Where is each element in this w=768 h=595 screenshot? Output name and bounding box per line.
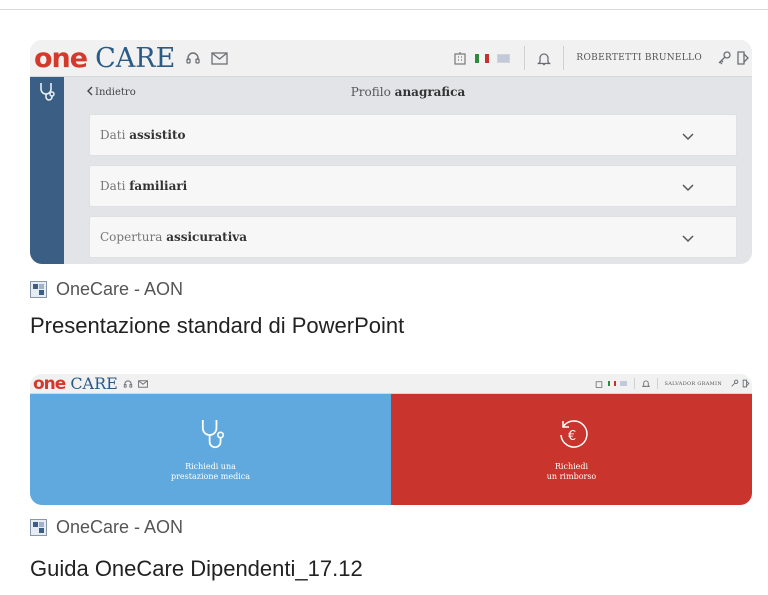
svg-text:€: € [567, 429, 575, 444]
key-icon[interactable] [730, 379, 739, 388]
accordion-dati-familiari[interactable]: Dati familiari [89, 165, 737, 207]
result-source[interactable]: OneCare - AON [30, 517, 183, 538]
page-title-prefix: Profilo [350, 85, 391, 99]
logo-one: one [34, 42, 88, 74]
chevron-down-icon[interactable] [682, 128, 694, 146]
page-title: Profilo anagrafica [64, 85, 752, 99]
chevron-down-icon[interactable] [682, 179, 694, 197]
flag-uk-icon[interactable] [619, 381, 627, 386]
stethoscope-icon[interactable] [36, 81, 58, 103]
flag-it-icon[interactable] [475, 53, 490, 63]
header-divider [633, 378, 635, 389]
flag-uk-icon[interactable] [497, 53, 511, 63]
tile-request-medical-service[interactable]: Richiedi una prestazione medica [30, 394, 391, 505]
chevron-down-icon[interactable] [682, 230, 694, 248]
sidebar [30, 77, 64, 264]
app-header: one CARE SALVADOR GRAMIN [30, 374, 752, 394]
user-name[interactable]: ROBERTETTI BRUNELLO [576, 53, 702, 63]
building-icon[interactable] [595, 380, 603, 388]
bell-icon[interactable] [641, 379, 650, 388]
accordion-label: Dati familiari [100, 179, 188, 193]
accordion-copertura-assicurativa[interactable]: Copertura assicurativa [89, 216, 737, 258]
user-name[interactable]: SALVADOR GRAMIN [665, 381, 722, 387]
euro-refund-icon: € [554, 417, 590, 458]
accordion-label: Dati assistito [100, 128, 186, 142]
logo-one: one [33, 374, 66, 394]
result-title[interactable]: Guida OneCare Dipendenti_17.12 [30, 556, 363, 582]
tile-label: Richiedi un rimborso [546, 462, 597, 481]
page-title-bold: anagrafica [394, 85, 466, 99]
key-icon[interactable] [716, 50, 732, 66]
powerpoint-file-icon [30, 519, 47, 536]
logout-icon[interactable] [736, 50, 750, 66]
top-divider [0, 9, 768, 10]
logo-care: CARE [70, 374, 118, 393]
source-label: OneCare - AON [56, 517, 184, 537]
headset-icon[interactable] [185, 50, 201, 66]
headset-icon[interactable] [123, 379, 133, 389]
tile-label: Richiedi una prestazione medica [170, 462, 251, 481]
preview-thumbnail[interactable]: one CARE ROBERTETTI BRUNELLO Indietro Pr… [30, 40, 752, 264]
source-label: OneCare - AON [56, 279, 184, 299]
logo-care: CARE [95, 42, 176, 74]
mail-icon[interactable] [137, 379, 148, 388]
logout-icon[interactable] [742, 379, 750, 388]
header-divider [524, 46, 526, 70]
powerpoint-file-icon [30, 281, 47, 298]
header-divider [656, 378, 658, 389]
stethoscope-icon [196, 417, 226, 458]
mail-icon[interactable] [211, 51, 228, 65]
accordion-label: Copertura assicurativa [100, 230, 248, 244]
building-icon[interactable] [453, 51, 467, 65]
app-header: one CARE ROBERTETTI BRUNELLO [30, 40, 752, 77]
accordion-dati-assistito[interactable]: Dati assistito [89, 114, 737, 156]
main-content: Indietro Profilo anagrafica Dati assisti… [64, 77, 752, 264]
result-source[interactable]: OneCare - AON [30, 279, 183, 300]
flag-it-icon[interactable] [607, 381, 616, 386]
header-divider [563, 46, 565, 70]
tile-request-refund[interactable]: € Richiedi un rimborso [391, 394, 752, 505]
bell-icon[interactable] [537, 51, 552, 66]
preview-thumbnail[interactable]: one CARE SALVADOR GRAMIN Richiedi una pr… [30, 374, 752, 505]
result-title[interactable]: Presentazione standard di PowerPoint [30, 313, 404, 339]
